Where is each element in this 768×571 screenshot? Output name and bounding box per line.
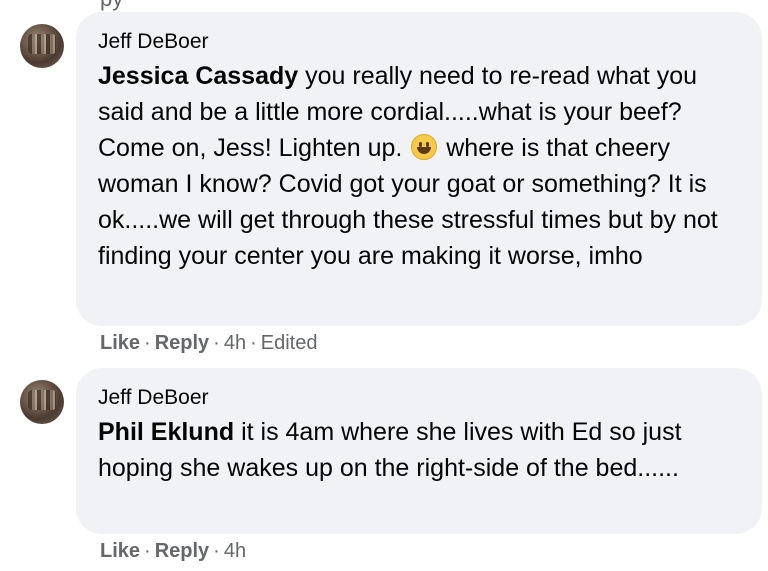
reply-button[interactable]: Reply	[155, 540, 209, 562]
comment-actions: Like · Reply · 4h	[100, 540, 247, 562]
previous-comment-fragment: py	[100, 0, 123, 12]
comment-author[interactable]: Jeff DeBoer	[98, 386, 740, 410]
grinning-face-icon	[411, 134, 438, 160]
comment-author[interactable]: Jeff DeBoer	[98, 30, 740, 54]
reply-button[interactable]: Reply	[155, 332, 209, 354]
comment-bubble: Jeff DeBoer Jessica Cassady you really n…	[76, 12, 762, 326]
comment-timestamp[interactable]: 4h	[224, 540, 246, 562]
edited-label[interactable]: Edited	[261, 332, 318, 354]
comment-text: Jessica Cassady you really need to re-re…	[98, 58, 740, 274]
comment-actions: Like · Reply · 4h · Edited	[100, 332, 318, 354]
like-button[interactable]: Like	[100, 540, 140, 562]
avatar[interactable]	[20, 380, 64, 424]
mention-link[interactable]: Jessica Cassady	[98, 62, 298, 90]
comment-text: Phil Eklund it is 4am where she lives wi…	[98, 414, 740, 486]
comment-timestamp[interactable]: 4h	[224, 332, 246, 354]
like-button[interactable]: Like	[100, 332, 140, 354]
mention-link[interactable]: Phil Eklund	[98, 418, 234, 446]
avatar[interactable]	[20, 24, 64, 68]
comment-bubble: Jeff DeBoer Phil Eklund it is 4am where …	[76, 368, 762, 534]
